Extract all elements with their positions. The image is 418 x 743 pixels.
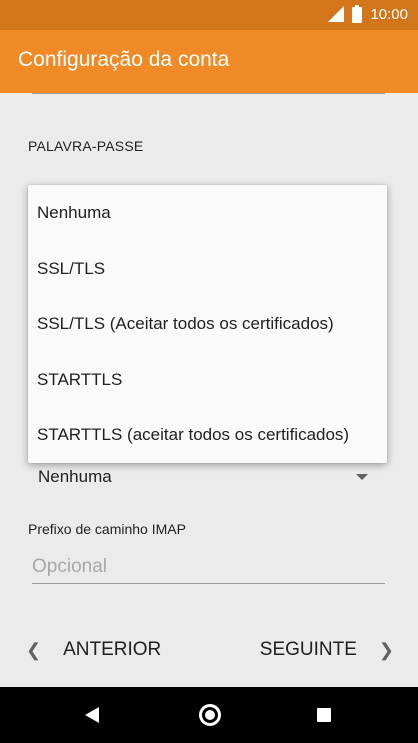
chevron-left-icon: ❮	[26, 639, 42, 660]
status-bar: 10:00	[0, 0, 418, 30]
page-title: Configuração da conta	[18, 48, 230, 71]
security-type-dropdown: Nenhuma SSL/TLS SSL/TLS (Aceitar todos o…	[28, 185, 387, 463]
security-type-spinner[interactable]: Nenhuma	[38, 467, 112, 487]
next-label: SEGUINTE	[259, 639, 357, 660]
previous-label: ANTERIOR	[63, 639, 162, 660]
wizard-navigation: ❮ ANTERIOR SEGUINTE ❯	[0, 633, 418, 671]
status-time: 10:00	[370, 5, 408, 23]
dropdown-option-none[interactable]: Nenhuma	[28, 185, 387, 241]
system-navigation-bar	[0, 687, 418, 743]
chevron-right-icon: ❯	[378, 639, 394, 660]
dropdown-option-starttls-all-certs[interactable]: STARTTLS (aceitar todos os certificados)	[28, 407, 387, 463]
dropdown-option-ssl-tls[interactable]: SSL/TLS	[28, 241, 387, 297]
password-label: PALAVRA-PASSE	[28, 138, 144, 154]
dropdown-arrow-icon[interactable]	[356, 474, 368, 480]
signal-icon	[328, 6, 345, 22]
dropdown-option-ssl-tls-all-certs[interactable]: SSL/TLS (Aceitar todos os certificados)	[28, 296, 387, 352]
home-icon[interactable]	[199, 704, 221, 726]
previous-button[interactable]: ❮ ANTERIOR	[26, 639, 161, 661]
field-underline	[32, 93, 385, 94]
back-icon[interactable]	[85, 707, 99, 723]
battery-icon	[352, 5, 363, 23]
imap-prefix-input[interactable]	[32, 556, 385, 578]
imap-prefix-label: Prefixo de caminho IMAP	[28, 521, 186, 537]
imap-prefix-field[interactable]	[32, 553, 385, 584]
app-bar: Configuração da conta	[0, 30, 418, 93]
dropdown-option-starttls[interactable]: STARTTLS	[28, 352, 387, 408]
next-button[interactable]: SEGUINTE ❯	[260, 639, 394, 661]
recents-icon[interactable]	[317, 708, 331, 722]
